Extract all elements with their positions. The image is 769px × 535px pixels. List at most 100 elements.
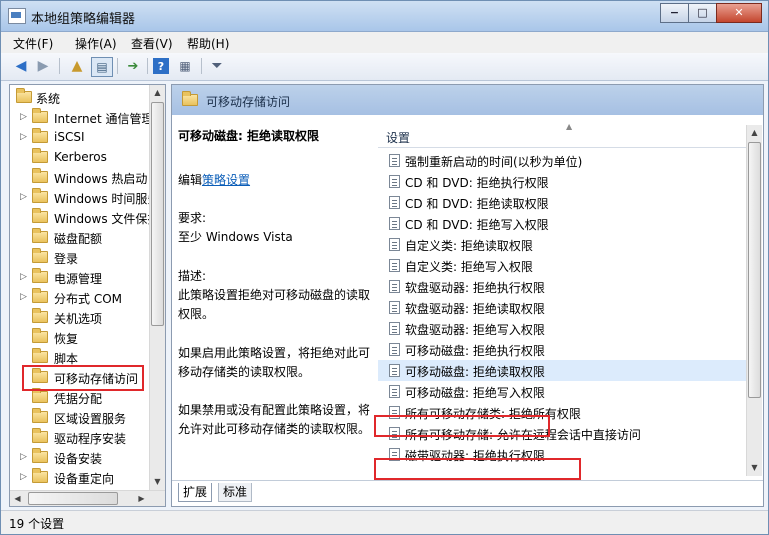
tree-item-label: 设备重定向 (54, 472, 115, 486)
tree-item[interactable]: 区域设置服务 (10, 407, 150, 427)
filter-icon[interactable]: ⏷ (207, 57, 227, 75)
list-scroll-thumb[interactable] (748, 142, 761, 398)
tree-item[interactable]: ▷ 分布式 COM (10, 287, 150, 307)
list-item[interactable]: 自定义类: 拒绝读取权限 (378, 234, 746, 255)
tree-scroll-thumb[interactable] (151, 102, 164, 326)
list-column-header[interactable]: 设置 ▲ (378, 122, 748, 148)
tree-item[interactable]: 系统 (10, 87, 150, 107)
list-item[interactable]: 所有可移动存储类: 拒绝所有权限 (378, 402, 746, 423)
list-item[interactable]: 强制重新启动的时间(以秒为单位) (378, 150, 746, 171)
minimize-button[interactable]: − (660, 3, 689, 23)
folder-icon (32, 208, 48, 223)
list-item-label: 可移动磁盘: 拒绝写入权限 (405, 386, 545, 400)
list-item[interactable]: CD 和 DVD: 拒绝执行权限 (378, 171, 746, 192)
tree-horizontal-scrollbar[interactable]: ◀ ▶ (10, 490, 165, 506)
tree-item[interactable]: Windows 热启动 (10, 167, 150, 187)
expand-arrow-icon[interactable]: ▷ (20, 112, 28, 122)
tree-item[interactable]: 登录 (10, 247, 150, 267)
tree-item[interactable]: 凭据分配 (10, 387, 150, 407)
maximize-button[interactable]: □ (688, 3, 717, 23)
folder-icon (32, 228, 48, 243)
scroll-up-icon[interactable]: ▲ (150, 85, 165, 101)
tree-item[interactable]: 可移动存储访问 (10, 367, 150, 387)
console-tree-icon[interactable]: ▤ (91, 57, 113, 77)
menu-help[interactable]: 帮助(H) (187, 35, 229, 52)
description-label: 描述: (178, 269, 207, 283)
tree-item[interactable]: ▷ iSCSI (10, 127, 150, 147)
tree-vertical-scrollbar[interactable]: ▲ ▼ (149, 85, 165, 490)
folder-icon (32, 368, 48, 383)
tree-item[interactable]: ▷ Windows 时间服务 (10, 187, 159, 207)
policy-setting-icon (389, 385, 400, 398)
console-tree: 系统 ▷ Internet 通信管理 ▷ iSCSI Kerberos Windows 热启… (9, 84, 166, 507)
expand-arrow-icon[interactable]: ▷ (20, 192, 28, 202)
expander-placeholder (20, 412, 28, 422)
export-list-icon[interactable]: ➔ (123, 57, 143, 75)
tree-item-label: 驱动程序安装 (54, 432, 127, 446)
arrow-right-icon[interactable]: ▶ (33, 57, 53, 75)
tree-item-label: 脚本 (54, 352, 79, 366)
column-setting[interactable]: 设置 (386, 129, 410, 146)
tree-item[interactable]: 磁盘配额 (10, 227, 150, 247)
close-button[interactable]: ✕ (716, 3, 762, 23)
list-item-label: 软盘驱动器: 拒绝读取权限 (405, 302, 545, 316)
tree-item[interactable]: 脚本 (10, 347, 150, 367)
list-item[interactable]: 可移动磁盘: 拒绝执行权限 (378, 339, 746, 360)
help-icon[interactable]: ? (153, 58, 169, 74)
scroll-up-icon[interactable]: ▲ (747, 125, 762, 141)
menu-view[interactable]: 查看(V) (131, 35, 173, 52)
tree-item-label: iSCSI (54, 130, 85, 144)
list-item[interactable]: 软盘驱动器: 拒绝执行权限 (378, 276, 746, 297)
tree-item[interactable]: ▷ 电源管理 (10, 267, 150, 287)
expand-arrow-icon[interactable]: ▷ (20, 292, 28, 302)
list-item[interactable]: CD 和 DVD: 拒绝读取权限 (378, 192, 746, 213)
expander-placeholder (20, 352, 28, 362)
window-controls: − □ ✕ (660, 3, 762, 23)
list-item[interactable]: 磁带驱动器: 拒绝执行权限 (378, 444, 746, 465)
folder-icon (32, 448, 48, 463)
toolbar-separator (117, 58, 118, 74)
scroll-right-icon[interactable]: ▶ (134, 491, 149, 506)
tree-item[interactable]: 关机选项 (10, 307, 150, 327)
toolbar-separator (201, 58, 202, 74)
expand-arrow-icon[interactable]: ▷ (20, 272, 28, 282)
tree-item[interactable]: ▷ 设备安装 (10, 447, 150, 467)
tree-item[interactable]: ▷ 设备重定向 (10, 467, 150, 487)
arrow-left-icon[interactable]: ◀ (11, 57, 31, 75)
title-bar[interactable]: 本地组策略编辑器 − □ ✕ (1, 1, 768, 32)
folder-up-icon[interactable]: ▲ (67, 57, 87, 75)
properties-icon[interactable]: ▦ (175, 57, 195, 75)
list-item[interactable]: 自定义类: 拒绝写入权限 (378, 255, 746, 276)
policy-setting-icon (389, 154, 400, 167)
list-item[interactable]: 软盘驱动器: 拒绝读取权限 (378, 297, 746, 318)
tree-item[interactable]: 恢复 (10, 327, 150, 347)
list-vertical-scrollbar[interactable]: ▲ ▼ (746, 125, 762, 476)
tree-item[interactable]: Kerberos (10, 147, 150, 167)
list-item[interactable]: CD 和 DVD: 拒绝写入权限 (378, 213, 746, 234)
tab-standard[interactable]: 标准 (218, 483, 253, 502)
scroll-left-icon[interactable]: ◀ (10, 491, 25, 506)
edit-policy-link[interactable]: 策略设置 (202, 173, 250, 187)
folder-icon (32, 308, 48, 323)
list-item-label: 软盘驱动器: 拒绝写入权限 (405, 323, 545, 337)
tree-item[interactable]: 驱动程序安装 (10, 427, 150, 447)
tree-item[interactable]: ▷ Internet 通信管理 (10, 107, 153, 127)
expand-arrow-icon[interactable]: ▷ (20, 132, 28, 142)
expand-arrow-icon[interactable]: ▷ (20, 452, 28, 462)
menu-file[interactable]: 文件(F) (13, 35, 53, 52)
tree-item[interactable]: Windows 文件保护 (10, 207, 159, 227)
list-item[interactable]: 软盘驱动器: 拒绝写入权限 (378, 318, 746, 339)
policy-setting-icon (389, 301, 400, 314)
list-item[interactable]: 可移动磁盘: 拒绝读取权限 (378, 360, 746, 381)
edit-prefix: 编辑 (178, 173, 203, 187)
tab-extended[interactable]: 扩展 (178, 483, 213, 502)
expand-arrow-icon[interactable]: ▷ (20, 472, 28, 482)
scroll-down-icon[interactable]: ▼ (150, 474, 165, 490)
tree-item-label: Windows 文件保护 (54, 212, 160, 226)
menu-action[interactable]: 操作(A) (75, 35, 117, 52)
list-item[interactable]: 所有可移动存储: 允许在远程会话中直接访问 (378, 423, 746, 444)
tree-hscroll-thumb[interactable] (28, 492, 118, 505)
list-item[interactable]: 可移动磁盘: 拒绝写入权限 (378, 381, 746, 402)
scroll-down-icon[interactable]: ▼ (747, 460, 762, 476)
list-item-label: CD 和 DVD: 拒绝读取权限 (405, 197, 549, 211)
